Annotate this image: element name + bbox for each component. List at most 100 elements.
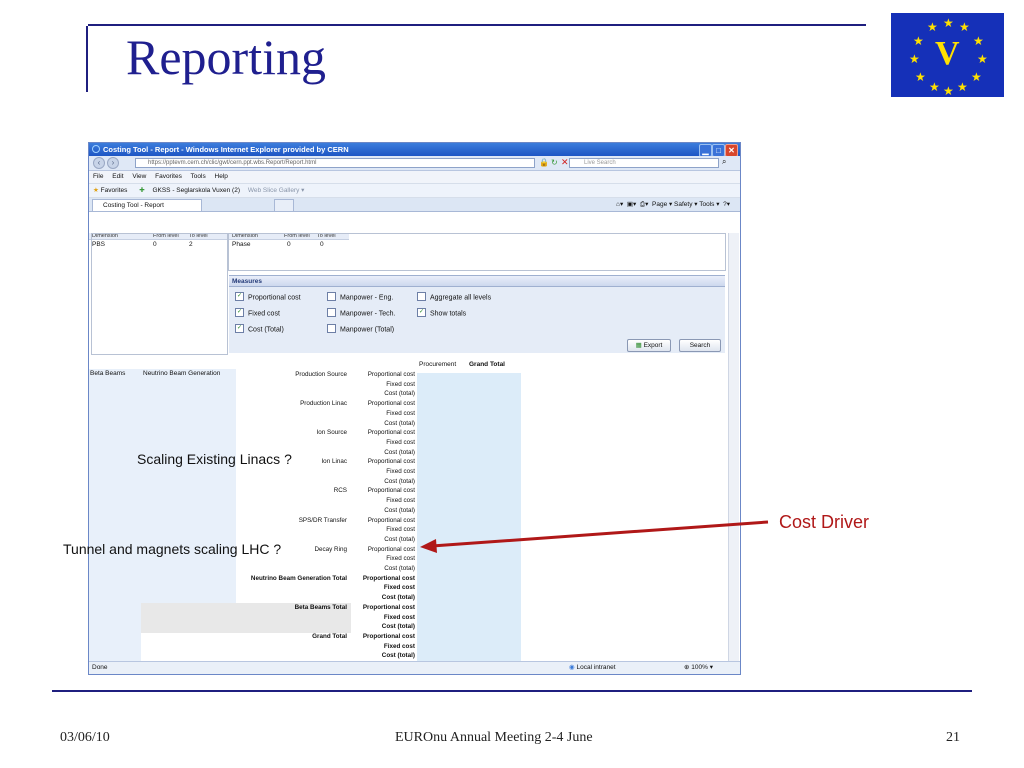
window-title: Costing Tool - Report - Windows Internet… [103, 145, 349, 154]
tab-label: Costing Tool - Report [103, 202, 164, 209]
col-header-procurement: Procurement [419, 361, 457, 368]
row-label-item: Production Source [295, 371, 347, 378]
annotation-tunnel-magnets: Tunnel and magnets scaling LHC ? [63, 541, 282, 557]
navigation-bar: ‹ › https://pptevm.cern.ch/clic/gwt/cern… [89, 156, 740, 171]
search-icon[interactable]: ⌕ [722, 157, 726, 167]
checkbox-aggregate-all-levels[interactable]: Aggregate all levels [417, 292, 492, 302]
menu-file[interactable]: File [93, 173, 103, 180]
row-label-level1: Beta Beams [90, 370, 126, 377]
right-dimension-panel [228, 233, 726, 271]
zoom-control[interactable]: ⊕ 100% ▾ [684, 662, 713, 674]
checkbox-fixed-cost[interactable]: ✓ Fixed cost [235, 308, 280, 318]
row-label-measure: Cost (total) [384, 565, 415, 572]
live-search-input[interactable]: Live Search [569, 158, 719, 168]
menu-tools[interactable]: Tools [191, 173, 206, 180]
stop-icon[interactable]: ✕ [561, 157, 569, 168]
status-text: Done [92, 664, 108, 671]
tab-costing-tool[interactable]: Costing Tool - Report [92, 199, 202, 211]
command-menus[interactable]: Page ▾ Safety ▾ Tools ▾ [652, 201, 719, 208]
zoom-icon: ⊕ [684, 664, 690, 671]
export-button[interactable]: ▦ Export [627, 339, 671, 352]
fav-link-gkss[interactable]: GKSS - Seglarskola Vuxen (2) [152, 187, 240, 194]
address-text: https://pptevm.cern.ch/clic/gwt/cern.ppt… [148, 160, 317, 166]
refresh-icon[interactable]: ↻ [551, 158, 558, 167]
row-label-measure-total: Proportional cost [362, 574, 415, 582]
checkbox-label: Manpower - Eng. [340, 294, 394, 302]
checkbox-label: Fixed cost [248, 310, 280, 318]
command-bar: ⌂▾ ▣▾ ⎙▾ Page ▾ Safety ▾ Tools ▾ ?▾ [616, 198, 730, 211]
col-header-grand-total: Grand Total [469, 361, 505, 368]
checkbox-cost-total[interactable]: ✓ Cost (Total) [235, 324, 284, 334]
back-button[interactable]: ‹ [93, 157, 105, 169]
checkbox-manpower-tech[interactable]: Manpower - Tech. [327, 308, 396, 318]
row-label-measure: Proportional cost [367, 371, 415, 378]
footer-date: 03/06/10 [60, 730, 110, 745]
level1-column [89, 369, 141, 669]
menu-view[interactable]: View [132, 173, 146, 180]
checkbox-show-totals[interactable]: ✓ Show totals [417, 308, 467, 318]
row-label-measure: Fixed cost [386, 409, 415, 417]
row-label-measure-total: Cost (total) [381, 652, 415, 660]
page-content: Dimension From level To level Dimension … [89, 233, 729, 669]
menu-help[interactable]: Help [215, 173, 228, 180]
row-label-measure-total: Fixed cost [383, 613, 415, 621]
zoom-label: 100% [691, 664, 708, 671]
row-label-measure: Cost (total) [384, 477, 415, 485]
menu-bar: File Edit View Favorites Tools Help [89, 171, 740, 184]
row-label-measure: Fixed cost [386, 438, 415, 446]
checkbox-manpower-eng[interactable]: Manpower - Eng. [327, 292, 394, 302]
globe-icon: ◉ [569, 664, 575, 671]
menu-favorites[interactable]: Favorites [155, 173, 182, 180]
footer-page-number: 21 [946, 730, 960, 745]
row-label-total: Grand Total [312, 632, 347, 640]
live-search-placeholder: Live Search [584, 160, 616, 166]
checkbox-label: Manpower (Total) [340, 326, 395, 334]
row-label-total: Beta Beams Total [294, 603, 347, 611]
forward-button[interactable]: › [107, 157, 119, 169]
row-label-measure: Fixed cost [386, 555, 415, 563]
row-label-measure: Proportional cost [367, 458, 415, 466]
ie-icon [92, 145, 100, 153]
search-label: Search [689, 342, 711, 349]
checkbox-manpower-total[interactable]: Manpower (Total) [327, 324, 395, 334]
lock-icon[interactable]: 🔒 [539, 158, 549, 167]
row-label-item: Decay Ring [314, 545, 347, 553]
status-bar: Done ◉ Local intranet ⊕ 100% ▾ [89, 661, 740, 674]
excel-icon: ▦ [635, 342, 642, 349]
row-label-measure: Fixed cost [386, 380, 415, 388]
row-label-level2: Neutrino Beam Generation [143, 370, 221, 377]
search-button[interactable]: Search [679, 339, 721, 352]
footer-rule [52, 690, 972, 692]
new-tab-button[interactable] [274, 199, 294, 211]
euronu-logo: ★ ★ ★ ★ ★ ★ ★ ★ ★ ★ ★ ★ V [891, 13, 1004, 97]
help-icon[interactable]: ?▾ [723, 201, 730, 208]
report-table: Procurement Grand Total Beta Beams Neutr… [89, 359, 729, 669]
menu-edit[interactable]: Edit [112, 173, 123, 180]
row-label-measure: Fixed cost [386, 497, 415, 505]
favorites-bar: ★ Favorites ✚ GKSS - Seglarskola Vuxen (… [89, 184, 740, 198]
value-columns [417, 373, 521, 663]
checkbox-label: Cost (Total) [248, 326, 284, 334]
checkbox-label: Proportional cost [248, 294, 301, 302]
logo-letter: V [935, 35, 960, 72]
checkbox-label: Aggregate all levels [430, 294, 492, 302]
row-label-measure: Cost (total) [384, 419, 415, 427]
level2-column [141, 369, 236, 605]
address-bar[interactable]: https://pptevm.cern.ch/clic/gwt/cern.ppt… [135, 158, 535, 168]
checkbox-label: Manpower - Tech. [340, 310, 396, 318]
total-shading [141, 603, 236, 633]
home-icon[interactable]: ⌂▾ [616, 201, 623, 208]
footer-center: EUROnu Annual Meeting 2-4 June [395, 730, 593, 745]
add-favorite-icon[interactable]: ✚ [139, 187, 144, 194]
left-dimension-panel [91, 233, 228, 355]
vertical-scrollbar[interactable] [728, 233, 739, 661]
fav-link-web-slice[interactable]: Web Slice Gallery ▾ [248, 187, 305, 194]
print-icon[interactable]: ⎙▾ [640, 201, 648, 208]
feeds-icon[interactable]: ▣▾ [627, 201, 636, 208]
row-label-measure-total: Fixed cost [383, 642, 415, 650]
row-label-item: Production Linac [300, 400, 347, 408]
row-label-measure: Cost (total) [384, 390, 415, 398]
checkbox-label: Show totals [430, 310, 467, 318]
favorites-button[interactable]: Favorites [101, 187, 128, 194]
checkbox-proportional-cost[interactable]: ✓ Proportional cost [235, 292, 301, 302]
